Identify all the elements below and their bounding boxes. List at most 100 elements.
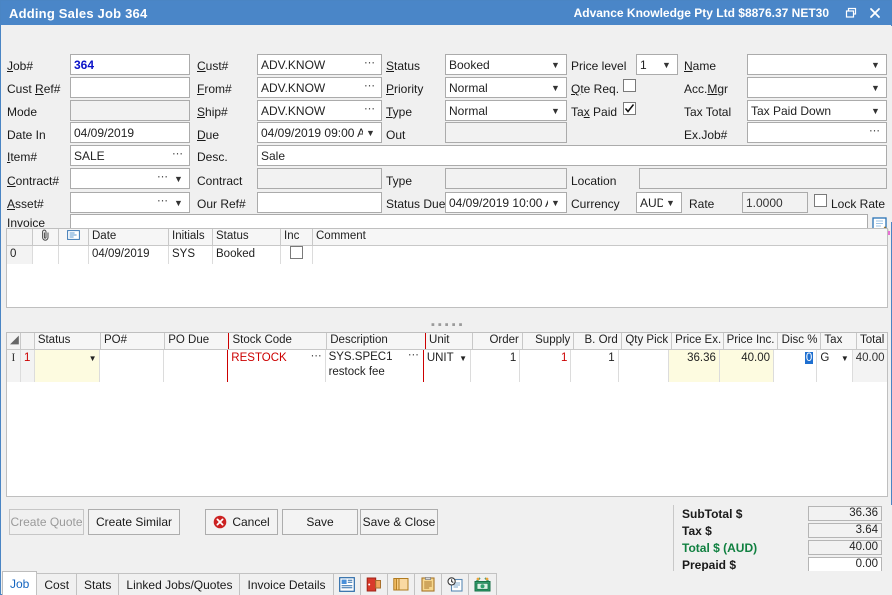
notes-grid[interactable]: Date Initials Status Inc Comment 0 04/09… bbox=[6, 228, 888, 308]
stock-code-lookup-icon[interactable]: ⋯ bbox=[311, 350, 323, 364]
chevron-down-icon[interactable]: ▼ bbox=[548, 106, 563, 116]
splitter-handle[interactable]: ▪▪▪▪▪ bbox=[431, 322, 466, 328]
lines-cell-po-due[interactable] bbox=[164, 350, 227, 382]
asset-lookup-icon[interactable]: ⋯ bbox=[155, 194, 171, 211]
ship-number-field[interactable]: ADV.KNOW⋯ bbox=[257, 100, 382, 121]
copy-pages-icon[interactable] bbox=[387, 573, 415, 595]
chevron-down-icon[interactable]: ▼ bbox=[548, 83, 563, 93]
tab-cost[interactable]: Cost bbox=[36, 573, 77, 595]
contract-type-field[interactable] bbox=[445, 168, 567, 189]
lines-col-b-ord[interactable]: B. Ord bbox=[574, 333, 621, 349]
lines-cell-supply[interactable]: 1 bbox=[520, 350, 571, 382]
lines-cell-po-number[interactable] bbox=[100, 350, 164, 382]
desc-field[interactable]: Sale bbox=[257, 145, 887, 166]
ex-job-number-field[interactable]: ⋯ bbox=[747, 122, 887, 143]
price-level-dropdown[interactable]: 1▼ bbox=[636, 54, 678, 75]
contract-lookup-icon[interactable]: ⋯ bbox=[155, 170, 171, 187]
lines-col-po-number[interactable]: PO# bbox=[101, 333, 165, 349]
lines-cell-price-inc[interactable]: 40.00 bbox=[720, 350, 774, 382]
contract-number-field[interactable]: ⋯▼ bbox=[70, 168, 190, 189]
cust-ref-field[interactable] bbox=[70, 77, 190, 98]
lines-cell-stock-code[interactable]: RESTOCK ⋯ bbox=[227, 350, 325, 382]
lines-col-qty-pick[interactable]: Qty Pick bbox=[622, 333, 672, 349]
from-lookup-icon[interactable]: ⋯ bbox=[362, 79, 378, 96]
lines-col-disc-pct[interactable]: Disc % bbox=[778, 333, 822, 349]
lines-col-po-due[interactable]: PO Due bbox=[165, 333, 228, 349]
lines-cell-unit[interactable]: UNIT ▼ bbox=[424, 350, 471, 382]
chevron-down-icon[interactable]: ▼ bbox=[171, 174, 186, 184]
chevron-down-icon[interactable]: ▼ bbox=[868, 83, 883, 93]
chevron-down-icon[interactable]: ▼ bbox=[459, 351, 467, 367]
chevron-down-icon[interactable]: ▼ bbox=[868, 106, 883, 116]
chevron-down-icon[interactable]: ▼ bbox=[868, 60, 883, 70]
lines-cell-b-ord[interactable]: 1 bbox=[571, 350, 618, 382]
lines-col-order[interactable]: Order bbox=[473, 333, 522, 349]
notes-cell-note[interactable] bbox=[59, 246, 89, 264]
lines-col-stock-code[interactable]: Stock Code bbox=[228, 333, 327, 349]
notes-cell-inc[interactable] bbox=[281, 246, 313, 264]
create-similar-button[interactable]: Create Similar bbox=[88, 509, 180, 535]
lines-cell-status[interactable]: ▼ bbox=[35, 350, 101, 382]
item-lookup-icon[interactable]: ⋯ bbox=[170, 147, 186, 164]
chevron-down-icon[interactable]: ▼ bbox=[548, 60, 563, 70]
chevron-down-icon[interactable]: ▼ bbox=[363, 128, 378, 138]
save-and-close-button[interactable]: Save & Close bbox=[360, 509, 438, 535]
rate-field[interactable]: 1.0000 bbox=[742, 192, 808, 213]
tab-invoice-details[interactable]: Invoice Details bbox=[239, 573, 333, 595]
lines-cell-tax[interactable]: G ▼ bbox=[817, 350, 852, 382]
chevron-down-icon[interactable]: ▼ bbox=[841, 351, 849, 367]
tax-paid-checkbox[interactable] bbox=[623, 102, 636, 117]
asset-number-field[interactable]: ⋯▼ bbox=[70, 192, 190, 213]
contract-field[interactable] bbox=[257, 168, 382, 189]
job-number-field[interactable]: 364 bbox=[70, 54, 190, 75]
cust-lookup-icon[interactable]: ⋯ bbox=[362, 56, 378, 73]
cust-number-field[interactable]: ADV.KNOW⋯ bbox=[257, 54, 382, 75]
table-row[interactable]: I 1 ▼ RESTOCK ⋯ SYS.SPEC1restock fee ⋯ U… bbox=[7, 350, 887, 382]
notes-cell-attachment[interactable] bbox=[33, 246, 59, 264]
out-field[interactable] bbox=[445, 122, 567, 143]
table-row[interactable]: 0 04/09/2019 SYS Booked bbox=[7, 246, 887, 264]
notes-cell-status[interactable]: Booked bbox=[213, 246, 281, 264]
our-ref-field[interactable] bbox=[257, 192, 382, 213]
details-report-icon[interactable] bbox=[333, 573, 361, 595]
qte-req-checkbox[interactable] bbox=[623, 79, 636, 95]
lines-col-tax[interactable]: Tax bbox=[821, 333, 857, 349]
item-number-field[interactable]: SALE⋯ bbox=[70, 145, 190, 166]
lines-cell-price-ex[interactable]: 36.36 bbox=[669, 350, 720, 382]
close-icon[interactable] bbox=[863, 3, 887, 23]
cancel-button[interactable]: Cancel bbox=[205, 509, 278, 535]
prepaid-value[interactable]: 0.00 bbox=[808, 557, 882, 572]
lines-col-description[interactable]: Description bbox=[327, 333, 426, 349]
chevron-down-icon[interactable]: ▼ bbox=[663, 198, 678, 208]
clipboard-icon[interactable] bbox=[414, 573, 442, 595]
lines-col-status[interactable]: Status bbox=[35, 333, 101, 349]
date-in-field[interactable]: 04/09/2019 bbox=[70, 122, 190, 143]
lines-cell-description[interactable]: SYS.SPEC1restock fee ⋯ bbox=[326, 350, 424, 382]
currency-dropdown[interactable]: AUD▼ bbox=[636, 192, 682, 213]
lines-cell-disc-pct[interactable]: 0 bbox=[774, 350, 817, 382]
open-folder-red-icon[interactable] bbox=[360, 573, 388, 595]
status-due-field[interactable]: 04/09/2019 10:00 AM▼ bbox=[445, 192, 567, 213]
lines-col-supply[interactable]: Supply bbox=[523, 333, 574, 349]
create-quote-button[interactable]: Create Quote bbox=[9, 509, 84, 535]
history-clock-icon[interactable] bbox=[441, 573, 469, 595]
lines-col-unit[interactable]: Unit bbox=[426, 333, 473, 349]
acc-mgr-dropdown[interactable]: ▼ bbox=[747, 77, 887, 98]
type-dropdown[interactable]: Normal▼ bbox=[445, 100, 567, 121]
ex-job-lookup-icon[interactable]: ⋯ bbox=[867, 124, 883, 141]
description-lookup-icon[interactable]: ⋯ bbox=[408, 350, 420, 363]
lines-cell-order[interactable]: 1 bbox=[471, 350, 520, 382]
chevron-down-icon[interactable]: ▼ bbox=[171, 198, 186, 208]
ship-lookup-icon[interactable]: ⋯ bbox=[362, 102, 378, 119]
notes-cell-initials[interactable]: SYS bbox=[169, 246, 213, 264]
tab-job[interactable]: Job bbox=[2, 571, 37, 595]
tax-total-dropdown[interactable]: Tax Paid Down▼ bbox=[747, 100, 887, 121]
lock-rate-checkbox[interactable] bbox=[814, 194, 827, 210]
priority-dropdown[interactable]: Normal▼ bbox=[445, 77, 567, 98]
payment-money-icon[interactable] bbox=[468, 573, 497, 595]
lines-col-price-ex[interactable]: Price Ex. bbox=[672, 333, 723, 349]
due-field[interactable]: 04/09/2019 09:00 AM▼ bbox=[257, 122, 382, 143]
mode-field[interactable] bbox=[70, 100, 190, 121]
chevron-down-icon[interactable]: ▼ bbox=[659, 60, 674, 70]
lines-col-price-inc[interactable]: Price Inc. bbox=[724, 333, 778, 349]
